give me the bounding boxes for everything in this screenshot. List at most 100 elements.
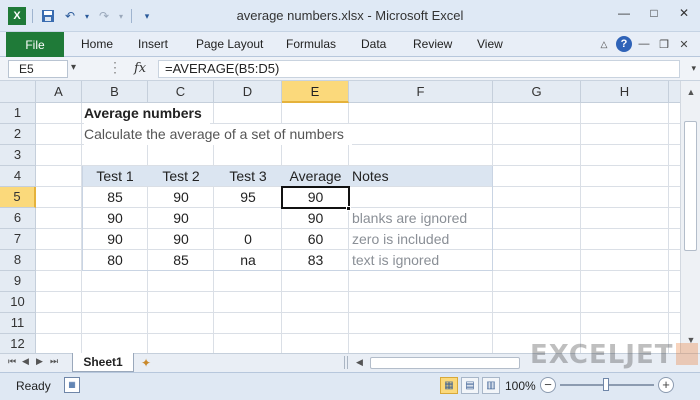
table-cell[interactable]: 90 — [148, 187, 214, 208]
zoom-level[interactable]: 100% — [505, 379, 536, 393]
zoom-slider-thumb[interactable] — [603, 378, 609, 391]
table-cell[interactable]: 90 — [148, 229, 214, 250]
row-header-10[interactable]: 10 — [0, 292, 36, 313]
last-sheet-icon[interactable]: ⏭ — [50, 356, 58, 367]
insert-function-icon[interactable]: fx — [134, 61, 146, 76]
table-header-test-1[interactable]: Test 1 — [82, 166, 148, 187]
table-cell[interactable]: 85 — [82, 187, 148, 208]
row-header-8[interactable]: 8 — [0, 250, 36, 271]
active-cell-border[interactable] — [281, 186, 350, 209]
table-cell-note[interactable]: zero is included — [349, 229, 449, 250]
macro-recording-icon[interactable]: ▦ — [64, 377, 80, 393]
zoom-in-icon[interactable]: + — [658, 377, 674, 393]
column-header-d[interactable]: D — [214, 81, 282, 103]
normal-view-icon[interactable]: ▦ — [440, 377, 458, 394]
maximize-icon[interactable]: □ — [642, 4, 666, 22]
file-tab[interactable]: File — [6, 32, 64, 57]
close-icon[interactable]: ✕ — [672, 4, 696, 22]
logo-text: EXCELJET — [530, 340, 674, 370]
column-header-h[interactable]: H — [581, 81, 669, 103]
table-cell-note[interactable]: text is ignored — [349, 250, 439, 271]
tab-insert[interactable]: Insert — [138, 37, 168, 51]
sheet-tab-sheet1[interactable]: Sheet1 — [72, 353, 134, 372]
formula-input[interactable]: =AVERAGE(B5:D5) — [158, 60, 680, 78]
vertical-scrollbar[interactable]: ▲ ▼ — [680, 81, 700, 353]
workbook-restore-icon[interactable]: ❐ — [656, 36, 672, 52]
row-header-11[interactable]: 11 — [0, 313, 36, 334]
table-cell[interactable]: 90 — [82, 229, 148, 250]
zoom-out-icon[interactable]: − — [540, 377, 556, 393]
column-header-g[interactable]: G — [493, 81, 581, 103]
tab-review[interactable]: Review — [413, 37, 452, 51]
select-all-button[interactable] — [0, 81, 36, 103]
minimize-icon[interactable]: — — [612, 4, 636, 22]
workbook-minimize-icon[interactable]: — — [636, 36, 652, 52]
formula-bar: E5 ▾ ⋮ fx =AVERAGE(B5:D5) ▾ — [0, 57, 700, 81]
column-header-b[interactable]: B — [82, 81, 148, 103]
table-header-test-2[interactable]: Test 2 — [148, 166, 214, 187]
gridline — [36, 333, 680, 334]
tab-split-handle[interactable] — [344, 356, 348, 369]
next-sheet-icon[interactable]: ▶ — [36, 356, 43, 367]
sheet-subtitle[interactable]: Calculate the average of a set of number… — [84, 124, 352, 145]
scroll-left-arrow-icon[interactable]: ◀ — [356, 357, 363, 368]
row-header-3[interactable]: 3 — [0, 145, 36, 166]
ribbon-right-controls: △ ? — ❐ ✕ — [596, 36, 692, 52]
column-header-c[interactable]: C — [148, 81, 214, 103]
name-box[interactable]: E5 — [8, 60, 68, 78]
help-icon[interactable]: ? — [616, 36, 632, 52]
tab-page-layout[interactable]: Page Layout — [196, 37, 263, 51]
table-cell[interactable]: 0 — [214, 229, 282, 250]
row-header-6[interactable]: 6 — [0, 208, 36, 229]
row-header-2[interactable]: 2 — [0, 124, 36, 145]
sheet-title[interactable]: Average numbers — [84, 103, 210, 124]
tab-view[interactable]: View — [477, 37, 503, 51]
worksheet-grid[interactable]: A B C D E F G H 1 2 3 4 5 6 7 8 9 10 11 … — [0, 81, 680, 353]
table-cell[interactable]: 85 — [148, 250, 214, 271]
table-cell[interactable]: 80 — [82, 250, 148, 271]
table-cell-note[interactable]: blanks are ignored — [349, 208, 467, 229]
tab-data[interactable]: Data — [361, 37, 386, 51]
page-layout-view-icon[interactable]: ▤ — [461, 377, 479, 394]
row-header-5[interactable]: 5 — [0, 187, 36, 208]
row-header-12[interactable]: 12 — [0, 334, 36, 353]
page-break-preview-icon[interactable]: ▥ — [482, 377, 500, 394]
table-cell[interactable]: na — [214, 250, 282, 271]
table-cell-average[interactable]: 83 — [282, 250, 349, 271]
name-box-dropdown-icon[interactable]: ▾ — [71, 62, 76, 73]
column-header-f[interactable]: F — [349, 81, 493, 103]
formula-bar-grip-icon[interactable]: ⋮ — [108, 59, 122, 76]
scroll-up-arrow-icon[interactable]: ▲ — [684, 85, 698, 99]
first-sheet-icon[interactable]: ⏮ — [8, 356, 16, 367]
tab-home[interactable]: Home — [81, 37, 113, 51]
insert-sheet-icon[interactable]: ✦ — [141, 356, 151, 370]
gridline — [36, 291, 680, 292]
row-header-7[interactable]: 7 — [0, 229, 36, 250]
table-cell-average[interactable]: 90 — [282, 208, 349, 229]
workbook-close-icon[interactable]: ✕ — [676, 36, 692, 52]
minimize-ribbon-icon[interactable]: △ — [596, 36, 612, 52]
table-cell[interactable] — [214, 208, 282, 229]
column-header-e[interactable]: E — [282, 81, 349, 103]
table-cell[interactable]: 95 — [214, 187, 282, 208]
table-header-notes[interactable]: Notes — [352, 166, 389, 187]
table-cell-average[interactable]: 60 — [282, 229, 349, 250]
table-header-average[interactable]: Average — [282, 166, 349, 187]
table-header-test-3[interactable]: Test 3 — [214, 166, 282, 187]
exceljet-logo: EXCELJET — [530, 340, 699, 370]
table-cell[interactable]: 90 — [148, 208, 214, 229]
column-header-a[interactable]: A — [36, 81, 82, 103]
expand-formula-bar-icon[interactable]: ▾ — [691, 63, 696, 74]
vertical-scroll-thumb[interactable] — [684, 121, 697, 251]
fill-handle[interactable] — [346, 206, 351, 211]
prev-sheet-icon[interactable]: ◀ — [22, 356, 29, 367]
column-header-partial[interactable] — [669, 81, 680, 103]
table-border — [492, 166, 493, 271]
row-header-4[interactable]: 4 — [0, 166, 36, 187]
table-cell[interactable]: 90 — [82, 208, 148, 229]
row-header-9[interactable]: 9 — [0, 271, 36, 292]
row-header-1[interactable]: 1 — [0, 103, 36, 124]
tab-formulas[interactable]: Formulas — [286, 37, 336, 51]
horizontal-scroll-thumb[interactable] — [370, 357, 520, 369]
ribbon-tabs: File Home Insert Page Layout Formulas Da… — [0, 32, 700, 57]
